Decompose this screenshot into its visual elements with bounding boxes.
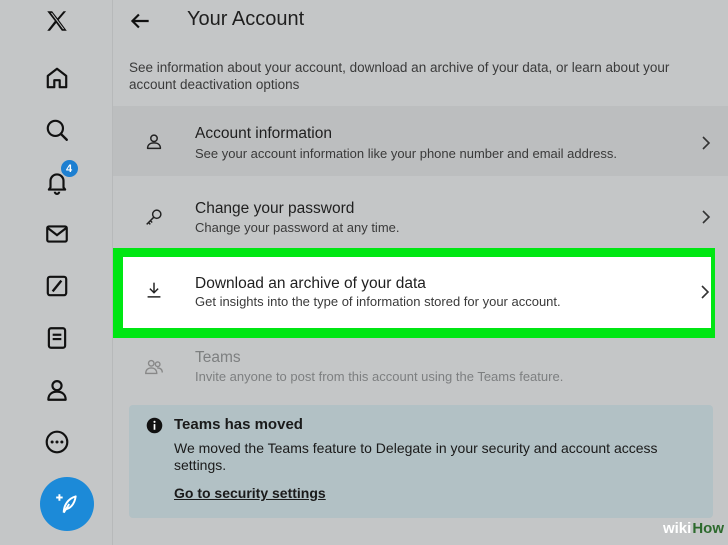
setting-title: Download an archive of your data [195,275,426,292]
more-circle-icon[interactable] [42,427,72,457]
page-header: Your Account [113,0,728,45]
setting-download-archive[interactable]: Download an archive of your data Get ins… [123,257,711,328]
notification-count-badge: 4 [59,159,79,178]
sidebar-nav: 4 [0,0,113,545]
profile-person-icon[interactable] [42,375,72,405]
setting-title: Account information [195,125,332,142]
setting-subtitle: See your account information like your p… [195,146,618,161]
arrow-left-icon[interactable] [127,8,153,34]
setting-change-password[interactable]: Change your password Change your passwor… [113,181,728,251]
x-logo-icon[interactable] [42,6,72,36]
setting-subtitle: Change your password at any time. [195,220,400,235]
teams-moved-notice: Teams has moved We moved the Teams featu… [129,405,713,518]
chevron-right-icon [701,285,710,299]
wikihow-watermark: wiki How [663,517,724,539]
chevron-right-icon [702,210,711,224]
setting-teams: Teams Invite anyone to post from this ac… [113,340,728,392]
lists-icon[interactable] [42,323,72,353]
home-icon[interactable] [42,63,72,93]
grok-slash-icon[interactable] [42,271,72,301]
watermark-suffix: How [692,519,724,537]
notice-text: We moved the Teams feature to Delegate i… [174,440,658,473]
notifications-bell-icon[interactable]: 4 [42,159,79,197]
setting-subtitle: Invite anyone to post from this account … [195,369,564,384]
feather-plus-icon [56,494,77,514]
main-panel: Your Account See information about your … [113,0,728,545]
messages-mail-icon[interactable] [42,219,72,249]
watermark-prefix: wiki [662,519,692,537]
person-icon [146,134,162,150]
highlight-frame: Download an archive of your data Get ins… [113,248,715,338]
post-button[interactable] [40,477,94,531]
security-settings-link[interactable]: Go to security settings [174,485,326,501]
setting-subtitle: Get insights into the type of informatio… [195,294,561,309]
page-title: Your Account [187,8,305,30]
download-icon [147,282,161,298]
notice-title: Teams has moved [174,416,303,433]
page-description: See information about your account, down… [129,60,670,92]
info-icon [146,417,163,434]
setting-title: Change your password [195,200,355,217]
people-icon [145,359,163,375]
setting-title: Teams [195,349,241,366]
chevron-right-icon [702,136,711,150]
setting-account-information[interactable]: Account information See your account inf… [113,106,728,176]
search-icon[interactable] [42,115,72,145]
key-icon [146,209,162,225]
